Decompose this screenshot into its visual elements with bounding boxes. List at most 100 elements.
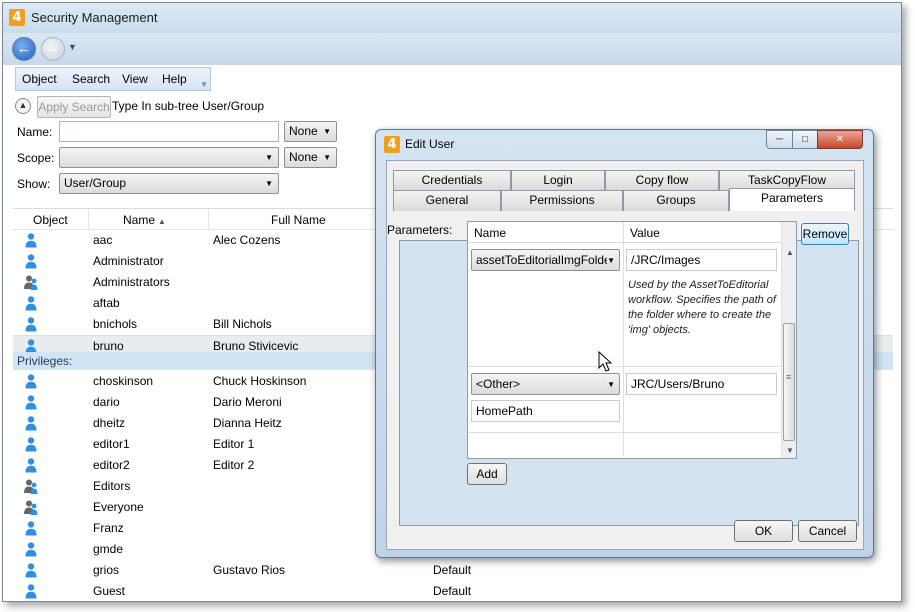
param-name-select[interactable]: <Other> ▼ xyxy=(471,373,620,395)
row-full-name: Bill Nichols xyxy=(213,317,272,331)
tab-permissions[interactable]: Permissions xyxy=(501,190,623,211)
tab-general[interactable]: General xyxy=(393,190,501,211)
grid-scrollbar[interactable]: ▲ ≡ ▼ xyxy=(781,222,796,458)
user-icon xyxy=(25,317,37,332)
nav-history-dropdown-icon[interactable]: ▼ xyxy=(68,42,77,52)
back-arrow-icon[interactable]: ← xyxy=(12,37,36,61)
apply-search-button[interactable]: Apply Search xyxy=(37,96,111,118)
table-row[interactable]: Guest Default xyxy=(13,581,893,601)
name-input[interactable] xyxy=(59,121,279,142)
param-description: Used by the AssetToEditorial workflow. S… xyxy=(628,279,776,336)
scroll-down-icon[interactable]: ▼ xyxy=(786,446,794,455)
title-bar: 4 Security Management xyxy=(3,3,901,33)
user-icon xyxy=(25,416,37,431)
window-title: Security Management xyxy=(31,10,158,25)
user-icon xyxy=(25,233,37,248)
user-icon xyxy=(25,542,37,557)
chevron-down-icon: ▼ xyxy=(607,256,615,265)
close-icon[interactable]: ✕ xyxy=(817,130,863,149)
tab-login[interactable]: Login xyxy=(511,170,605,191)
user-group-icon xyxy=(24,479,38,494)
menu-bar: Object Search View Help ▼ xyxy=(15,67,211,91)
row-full-name: Chuck Hoskinson xyxy=(213,374,307,388)
maximize-icon[interactable]: □ xyxy=(792,130,818,149)
row-extra: Default xyxy=(433,563,472,577)
app-logo-icon: 4 xyxy=(9,9,25,26)
chevron-down-icon: ▼ xyxy=(265,153,273,162)
row-login: aac xyxy=(93,233,113,247)
name-filter-select[interactable]: None ▼ xyxy=(284,121,337,142)
chevron-down-icon: ▼ xyxy=(323,127,331,136)
row-full-name: Bruno Stivicevic xyxy=(213,339,299,353)
column-separator[interactable] xyxy=(88,209,89,230)
tab-groups[interactable]: Groups xyxy=(623,190,729,211)
param-name-value: assetToEditorialImgFolder xyxy=(476,253,615,267)
user-icon xyxy=(25,296,37,311)
column-name-label: Name xyxy=(123,213,156,227)
row-login: Guest xyxy=(93,584,126,598)
row-full-name: Gustavo Rios xyxy=(213,563,286,577)
column-separator[interactable] xyxy=(208,209,209,230)
minimize-icon[interactable]: ─ xyxy=(766,130,793,149)
name-label: Name: xyxy=(17,125,53,139)
collapse-up-icon[interactable]: ▲ xyxy=(15,98,31,114)
menu-object[interactable]: Object xyxy=(22,72,57,86)
scope-filter-value: None xyxy=(289,150,318,164)
remove-button[interactable]: Remove xyxy=(801,223,849,245)
column-object[interactable]: Object xyxy=(33,213,68,227)
row-full-name: Alec Cozens xyxy=(213,233,281,247)
grid-divider xyxy=(623,222,624,455)
row-login: Administrators xyxy=(93,275,170,289)
user-icon xyxy=(25,374,37,389)
add-button[interactable]: Add xyxy=(467,463,507,485)
grid-row-divider xyxy=(468,366,781,367)
scroll-thumb[interactable]: ≡ xyxy=(783,323,795,441)
row-login: editor1 xyxy=(93,437,130,451)
app-logo-icon: 4 xyxy=(384,136,400,153)
column-full-name[interactable]: Full Name xyxy=(271,213,326,227)
param-name-select[interactable]: assetToEditorialImgFolder ▼ xyxy=(471,249,620,271)
grid-col-name[interactable]: Name xyxy=(474,226,506,240)
tab-parameters[interactable]: Parameters xyxy=(729,188,855,211)
mouse-cursor-icon xyxy=(598,351,613,372)
tab-credentials[interactable]: Credentials xyxy=(393,170,511,191)
menu-search[interactable]: Search xyxy=(72,72,110,86)
parameters-grid: Name Value assetToEditorialImgFolder ▼ /… xyxy=(467,221,797,459)
user-icon xyxy=(25,254,37,269)
custom-param-name-input[interactable]: HomePath xyxy=(471,400,620,422)
row-login: bruno xyxy=(93,339,124,353)
name-filter-value: None xyxy=(289,124,318,138)
cancel-button[interactable]: Cancel xyxy=(798,520,857,542)
row-login: Editors xyxy=(93,479,131,493)
scope-filter-select[interactable]: None ▼ xyxy=(284,147,337,168)
row-login: gmde xyxy=(93,542,124,556)
table-row[interactable]: grios Gustavo Rios Default xyxy=(13,560,893,581)
sort-ascending-icon: ▲ xyxy=(158,217,166,226)
row-login: bnichols xyxy=(93,317,138,331)
row-login: Everyone xyxy=(93,500,144,514)
ok-button[interactable]: OK xyxy=(734,520,793,542)
row-full-name: Editor 2 xyxy=(213,458,255,472)
column-name[interactable]: Name ▲ xyxy=(123,213,166,227)
grip-icon: ≡ xyxy=(786,372,792,382)
chevron-down-icon: ▼ xyxy=(265,179,273,188)
row-login: editor2 xyxy=(93,458,130,472)
user-icon xyxy=(25,458,37,473)
user-icon xyxy=(25,584,37,599)
scope-select[interactable]: ▼ xyxy=(59,147,279,168)
row-login: Administrator xyxy=(93,254,164,268)
tab-copy-flow[interactable]: Copy flow xyxy=(605,170,719,191)
menu-help[interactable]: Help xyxy=(162,72,187,86)
param-name-value: <Other> xyxy=(476,377,521,391)
row-login: dario xyxy=(93,395,120,409)
param-value-input[interactable]: JRC/Users/Bruno xyxy=(626,373,777,395)
user-group-icon xyxy=(24,500,38,515)
show-select[interactable]: User/Group ▼ xyxy=(59,173,279,194)
forward-arrow-icon[interactable]: → xyxy=(41,37,65,61)
param-value-input[interactable]: /JRC/Images xyxy=(626,249,777,271)
menu-view[interactable]: View xyxy=(122,72,148,86)
grid-col-value[interactable]: Value xyxy=(630,226,660,240)
row-login: dheitz xyxy=(93,416,126,430)
scroll-up-icon[interactable]: ▲ xyxy=(786,248,794,257)
row-login: choskinson xyxy=(93,374,154,388)
